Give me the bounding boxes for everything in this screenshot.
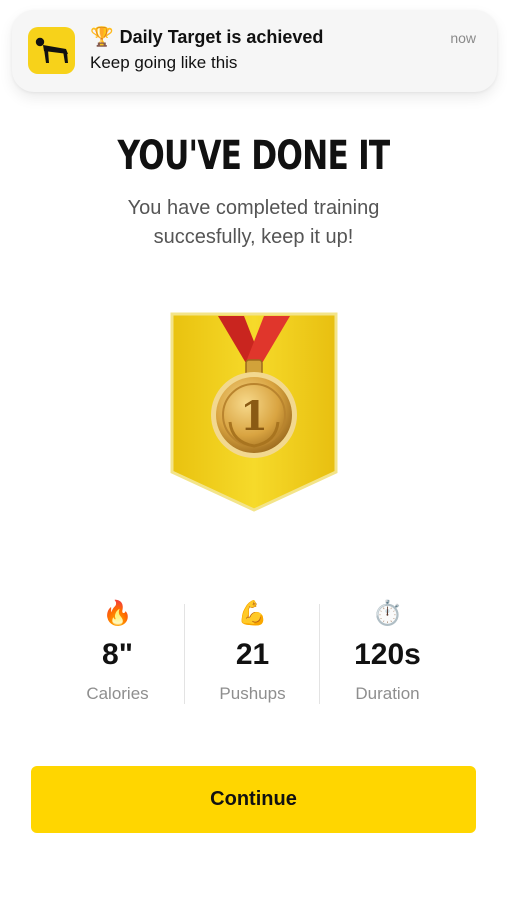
- stat-pushups: 💪 21 Pushups: [185, 600, 320, 704]
- gold-medal-icon: 1: [170, 312, 338, 512]
- fire-icon: 🔥: [102, 600, 133, 627]
- stat-label: Duration: [355, 684, 420, 703]
- page-title: YOU'VE DONE IT: [117, 133, 391, 179]
- medal-badge: 1: [170, 312, 338, 512]
- notification-time: now: [450, 30, 476, 46]
- notification-banner[interactable]: 🏆 Daily Target is achieved Keep going li…: [12, 10, 497, 92]
- stats-row: 🔥 8" Calories 💪 21 Pushups ⏱️ 120s Durat…: [50, 600, 455, 705]
- subtitle: You have completed training succesfully,…: [0, 194, 507, 252]
- trophy-icon: 🏆: [90, 27, 114, 48]
- stat-calories: 🔥 8" Calories: [50, 600, 185, 704]
- stat-value: 21: [235, 638, 270, 671]
- pushup-figure-icon: [28, 27, 75, 74]
- stat-value: 8": [102, 638, 133, 671]
- stat-label: Calories: [86, 684, 149, 703]
- stat-value: 120s: [354, 638, 421, 671]
- subtitle-line-1: You have completed training: [127, 197, 380, 219]
- stopwatch-icon: ⏱️: [372, 600, 403, 627]
- continue-button[interactable]: Continue: [31, 766, 476, 833]
- notification-message: Keep going like this: [90, 53, 238, 72]
- stat-duration: ⏱️ 120s Duration: [320, 600, 455, 704]
- medal-number: 1: [240, 393, 268, 440]
- notification-title: Daily Target is achieved: [119, 27, 324, 47]
- completion-screen: 🏆 Daily Target is achieved Keep going li…: [0, 0, 507, 900]
- stat-label: Pushups: [219, 684, 286, 703]
- flexed-biceps-icon: 💪: [237, 600, 268, 627]
- subtitle-line-2: succesfully, keep it up!: [153, 226, 354, 248]
